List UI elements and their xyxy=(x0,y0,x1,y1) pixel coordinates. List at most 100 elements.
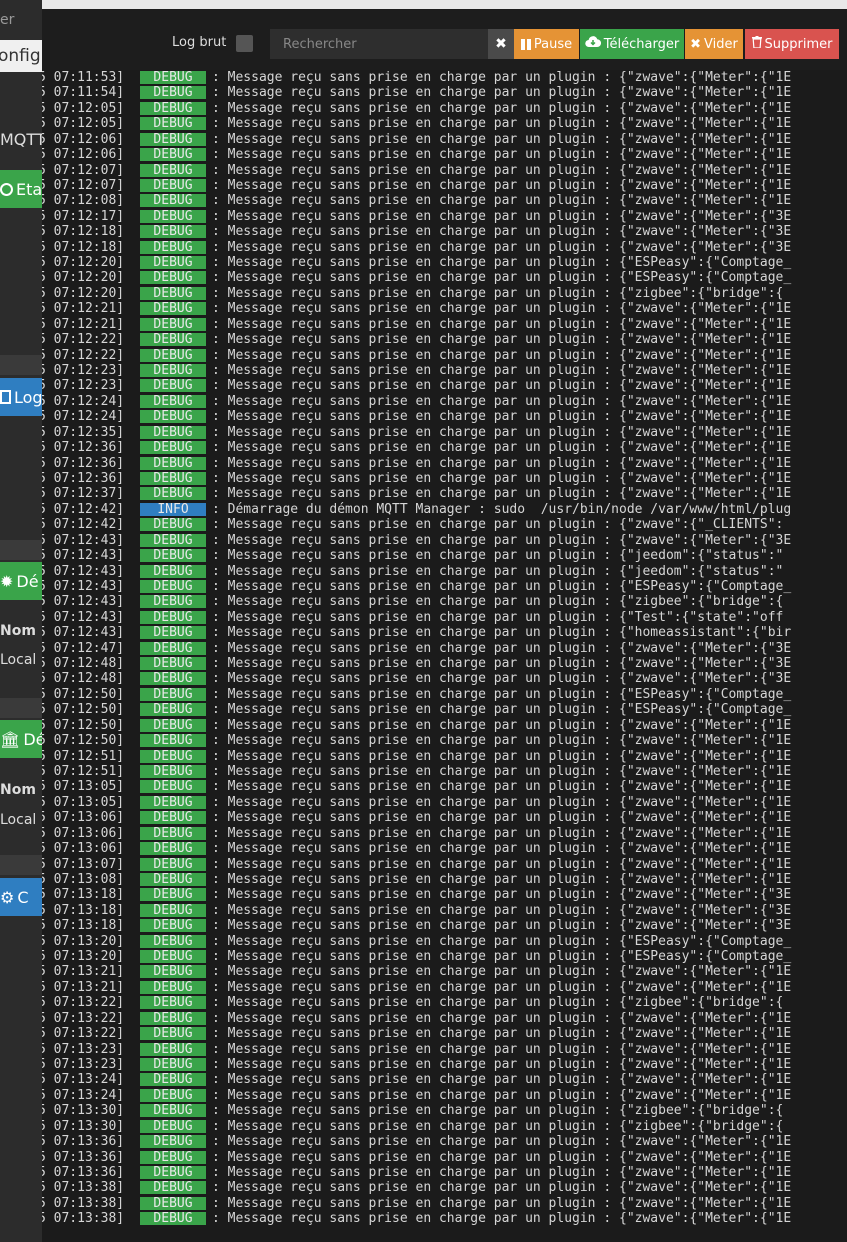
log-row: 5 07:12:22] DEBUG: Message reçu sans pris… xyxy=(42,332,847,347)
close-icon: ✖ xyxy=(495,36,507,52)
log-level-badge: DEBUG xyxy=(140,842,206,856)
log-row: 5 07:13:18] DEBUG: Message reçu sans pris… xyxy=(42,903,847,918)
log-row: 5 07:12:07] DEBUG: Message reçu sans pris… xyxy=(42,178,847,193)
log-row: 5 07:13:05] DEBUG: Message reçu sans pris… xyxy=(42,779,847,794)
vider-button[interactable]: ✖ Vider xyxy=(685,29,743,59)
log-timestamp: 5 07:12:36] xyxy=(42,470,125,486)
log-timestamp: 5 07:12:43] xyxy=(42,594,125,610)
log-timestamp: 5 07:13:36] xyxy=(42,1164,125,1180)
log-level-badge: DEBUG xyxy=(140,348,206,362)
log-timestamp: 5 07:13:22] xyxy=(42,1010,125,1026)
log-timestamp: 5 07:13:06] xyxy=(42,810,125,826)
log-message: : Message reçu sans prise en charge par … xyxy=(212,933,792,949)
log-level-badge: INFO xyxy=(140,502,206,516)
log-message: : Message reçu sans prise en charge par … xyxy=(212,177,792,193)
log-row: 5 07:11:53] DEBUG: Message reçu sans pris… xyxy=(42,70,847,85)
clear-search-button[interactable]: ✖ xyxy=(488,29,514,59)
log-message: : Message reçu sans prise en charge par … xyxy=(212,979,792,995)
background-config-tab[interactable]: onfigu xyxy=(0,40,44,72)
log-row: 5 07:13:30] DEBUG: Message reçu sans pris… xyxy=(42,1119,847,1134)
log-row: 5 07:12:21] DEBUG: Message reçu sans pris… xyxy=(42,317,847,332)
log-modal: Log brut ✖ Pause Télécharger ✖ Vider xyxy=(42,0,847,1242)
log-message: : Message reçu sans prise en charge par … xyxy=(212,393,792,409)
log-toolbar: Log brut ✖ Pause Télécharger ✖ Vider xyxy=(42,9,847,69)
log-row: 5 07:13:22] DEBUG: Message reçu sans pris… xyxy=(42,995,847,1010)
log-message: : Message reçu sans prise en charge par … xyxy=(212,810,792,826)
log-level-badge: DEBUG xyxy=(140,672,206,686)
background-top-text: er xyxy=(0,12,15,28)
log-row: 5 07:13:24] DEBUG: Message reçu sans pris… xyxy=(42,1072,847,1087)
search-input[interactable] xyxy=(270,29,488,59)
log-row: 5 07:13:20] DEBUG: Message reçu sans pris… xyxy=(42,934,847,949)
log-message: : Message reçu sans prise en charge par … xyxy=(212,964,792,980)
log-timestamp: 5 07:12:51] xyxy=(42,763,125,779)
log-level-badge: DEBUG xyxy=(140,1088,206,1102)
log-level-badge: DEBUG xyxy=(140,857,206,871)
log-timestamp: 5 07:12:36] xyxy=(42,440,125,456)
log-timestamp: 5 07:12:05] xyxy=(42,116,125,132)
log-timestamp: 5 07:12:48] xyxy=(42,671,125,687)
log-message: : Message reçu sans prise en charge par … xyxy=(212,995,784,1011)
log-timestamp: 5 07:12:50] xyxy=(42,702,125,718)
log-level-badge: DEBUG xyxy=(140,826,206,840)
log-row: 5 07:12:23] DEBUG: Message reçu sans pris… xyxy=(42,363,847,378)
log-level-badge: DEBUG xyxy=(140,132,206,146)
log-level-badge: DEBUG xyxy=(140,333,206,347)
log-message: : Message reçu sans prise en charge par … xyxy=(212,285,784,301)
log-level-badge: DEBUG xyxy=(140,471,206,485)
log-level-badge: DEBUG xyxy=(140,626,206,640)
cogs-icon: ⚙ xyxy=(0,887,15,907)
log-row: 5 07:12:50] DEBUG: Message reçu sans pris… xyxy=(42,733,847,748)
log-level-badge: DEBUG xyxy=(140,271,206,285)
log-message: : Message reçu sans prise en charge par … xyxy=(212,949,792,965)
log-level-badge: DEBUG xyxy=(140,950,206,964)
log-level-badge: DEBUG xyxy=(140,903,206,917)
log-level-badge: DEBUG xyxy=(140,225,206,239)
log-level-badge: DEBUG xyxy=(140,302,206,316)
log-row: 5 07:12:43] DEBUG: Message reçu sans pris… xyxy=(42,533,847,548)
log-level-badge: DEBUG xyxy=(140,919,206,933)
log-timestamp: 5 07:13:23] xyxy=(42,1041,125,1057)
log-level-badge: DEBUG xyxy=(140,425,206,439)
log-row: 5 07:12:20] DEBUG: Message reçu sans pris… xyxy=(42,255,847,270)
background-divider xyxy=(0,540,44,560)
log-row: 5 07:13:08] DEBUG: Message reçu sans pris… xyxy=(42,872,847,887)
log-brut-checkbox[interactable] xyxy=(236,35,253,52)
log-row: 5 07:13:22] DEBUG: Message reçu sans pris… xyxy=(42,1026,847,1041)
log-message: : Message reçu sans prise en charge par … xyxy=(212,856,792,872)
download-button[interactable]: Télécharger xyxy=(580,29,684,59)
background-nom-label: Nom xyxy=(0,782,36,798)
log-level-badge: DEBUG xyxy=(140,1212,206,1226)
log-timestamp: 5 07:12:06] xyxy=(42,131,125,147)
log-timestamp: 5 07:12:08] xyxy=(42,193,125,209)
background-divider xyxy=(0,698,44,718)
supprimer-button[interactable]: Supprimer xyxy=(745,29,839,59)
log-message: : Message reçu sans prise en charge par … xyxy=(212,871,792,887)
log-message: : Message reçu sans prise en charge par … xyxy=(212,1211,792,1227)
log-timestamp: 5 07:13:22] xyxy=(42,995,125,1011)
log-row: 5 07:12:48] DEBUG: Message reçu sans pris… xyxy=(42,656,847,671)
log-level-badge: DEBUG xyxy=(140,795,206,809)
log-timestamp: 5 07:13:20] xyxy=(42,949,125,965)
background-divider xyxy=(0,355,44,375)
log-timestamp: 5 07:12:20] xyxy=(42,270,125,286)
log-timestamp: 5 07:13:06] xyxy=(42,841,125,857)
log-timestamp: 5 07:12:43] xyxy=(42,625,125,641)
log-timestamp: 5 07:12:18] xyxy=(42,224,125,240)
gear-icon: ✹ xyxy=(0,571,14,591)
log-timestamp: 5 07:11:53] xyxy=(42,70,125,85)
log-row: 5 07:12:18] DEBUG : Message reçu sans pris… xyxy=(42,224,847,239)
log-timestamp: 5 07:13:06] xyxy=(42,825,125,841)
log-message: : Message reçu sans prise en charge par … xyxy=(212,224,792,240)
log-row: 5 07:13:06] DEBUG: Message reçu sans pris… xyxy=(42,810,847,825)
log-level-badge: DEBUG xyxy=(140,286,206,300)
log-timestamp: 5 07:13:05] xyxy=(42,779,125,795)
log-row: 5 07:12:35] DEBUG: Message reçu sans pris… xyxy=(42,425,847,440)
log-level-badge: DEBUG xyxy=(140,533,206,547)
pause-button[interactable]: Pause xyxy=(514,29,579,59)
log-level-badge: DEBUG xyxy=(140,1135,206,1149)
log-content[interactable]: 5 07:11:53] DEBUG : Message reçu sans pris… xyxy=(42,70,847,1242)
log-row: 5 07:13:38] DEBUG: Message reçu sans pris… xyxy=(42,1196,847,1211)
log-row: 5 07:13:38] DEBUG: Message reçu sans pris… xyxy=(42,1211,847,1226)
log-row: 5 07:11:54] DEBUG: Message reçu sans pris… xyxy=(42,85,847,100)
